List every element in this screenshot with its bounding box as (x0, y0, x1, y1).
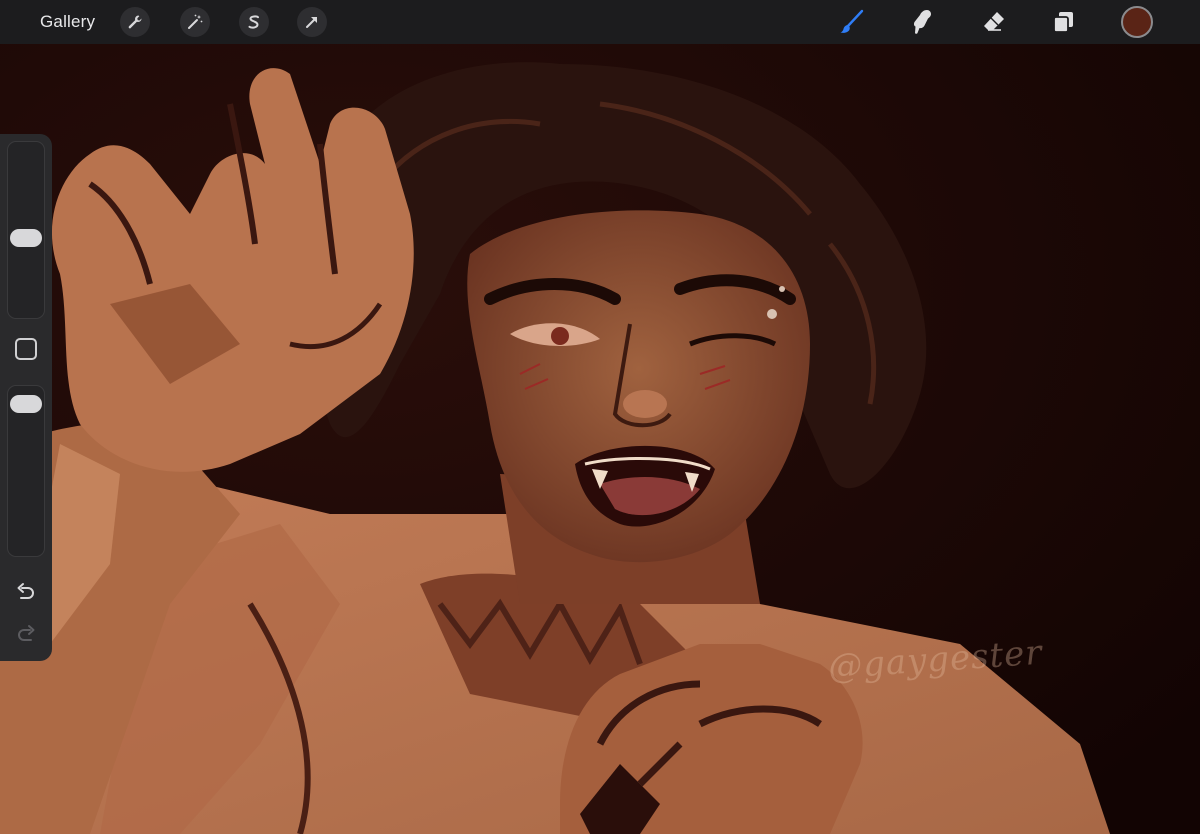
opacity-slider-handle[interactable] (10, 395, 42, 414)
undo-arrow-icon[interactable] (14, 581, 38, 605)
color-picker-swatch[interactable] (1121, 6, 1153, 38)
drawing-canvas[interactable]: @gaygester (0, 44, 1200, 834)
selection-s-icon[interactable] (239, 7, 269, 37)
artwork (0, 44, 1200, 834)
transform-arrow-icon[interactable] (297, 7, 327, 37)
top-toolbar: Gallery (0, 0, 1200, 44)
brush-size-slider[interactable] (7, 141, 45, 319)
redo-arrow-icon[interactable] (14, 623, 38, 647)
smudge-icon[interactable] (906, 6, 938, 38)
opacity-slider[interactable] (7, 385, 45, 557)
brush-size-slider-handle[interactable] (10, 228, 42, 247)
layers-icon[interactable] (1048, 6, 1080, 38)
eraser-icon[interactable] (978, 6, 1010, 38)
actions-wrench-icon[interactable] (120, 7, 150, 37)
brush-icon[interactable] (836, 6, 868, 38)
adjustments-magic-wand-icon[interactable] (180, 7, 210, 37)
gallery-button[interactable]: Gallery (28, 9, 107, 35)
side-toolbar (0, 134, 52, 661)
modify-button[interactable] (15, 338, 37, 360)
